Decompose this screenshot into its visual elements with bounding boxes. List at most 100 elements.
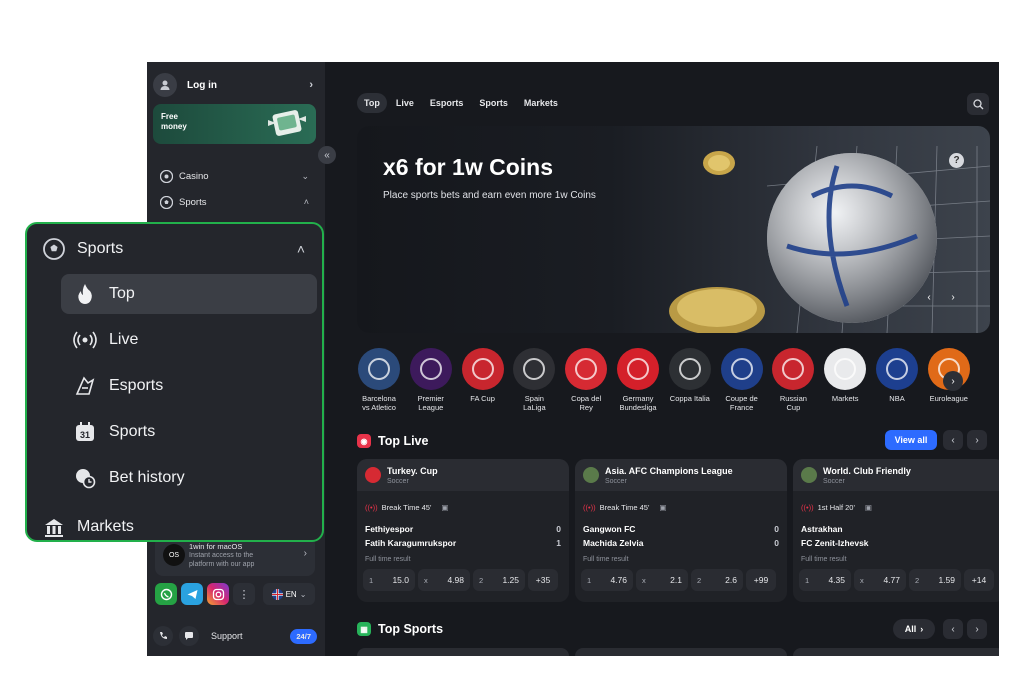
odd-home[interactable]: 1 4.35 bbox=[799, 569, 851, 591]
more-icon[interactable]: ⋮ bbox=[233, 583, 255, 605]
live-icon: ((•)) bbox=[365, 503, 378, 512]
odd-value: 2.6 bbox=[725, 575, 737, 585]
odd-draw[interactable]: x 2.1 bbox=[636, 569, 688, 591]
team-name: FC Zenit-Izhevsk bbox=[801, 538, 869, 548]
all-button[interactable]: All › bbox=[893, 619, 935, 639]
league-logo-icon bbox=[513, 348, 556, 390]
team-name: Fethiyespor bbox=[365, 524, 414, 534]
banner-prev-icon[interactable]: ‹ bbox=[920, 288, 938, 306]
league-label-1: Coupe de bbox=[725, 394, 758, 403]
odd-key: 2 bbox=[915, 575, 920, 585]
odd-away[interactable]: 2 1.59 bbox=[909, 569, 961, 591]
chevron-down-icon: ⌄ bbox=[299, 589, 307, 599]
banner-next-icon[interactable]: › bbox=[944, 288, 962, 306]
league-item[interactable]: Coppa Italia bbox=[663, 348, 717, 403]
money-icon bbox=[268, 110, 306, 136]
more-markets-button[interactable]: +99 bbox=[746, 569, 776, 591]
team-row: Gangwon FC 0 bbox=[583, 524, 779, 534]
tab-live[interactable]: Live bbox=[389, 93, 421, 113]
more-markets-button[interactable]: +14 bbox=[964, 569, 994, 591]
country-flag-icon bbox=[365, 467, 381, 483]
league-item[interactable]: Russian Cup bbox=[766, 348, 820, 412]
menu-item-markets[interactable]: Markets bbox=[43, 514, 134, 540]
sport-card[interactable] bbox=[357, 648, 569, 656]
search-icon[interactable] bbox=[967, 93, 989, 115]
support-button[interactable]: Support 24/7 bbox=[153, 625, 317, 647]
league-item[interactable]: NBA bbox=[870, 348, 924, 403]
tab-top[interactable]: Top bbox=[357, 93, 387, 113]
tab-esports[interactable]: Esports bbox=[423, 93, 471, 113]
view-all-button[interactable]: View all bbox=[885, 430, 937, 450]
submenu-item-esports[interactable]: Esports bbox=[61, 366, 317, 406]
league-item[interactable]: Coupe de France bbox=[715, 348, 769, 412]
sport-card[interactable] bbox=[793, 648, 999, 656]
live-match-card[interactable]: Turkey. Cup Soccer ((•)) Break Time 45' ▣ Fet… bbox=[357, 459, 569, 602]
sidebar-item-sports[interactable]: Sports ˄ bbox=[159, 192, 309, 212]
odd-value: 4.77 bbox=[883, 575, 900, 585]
odd-key: 2 bbox=[697, 575, 702, 585]
free-money-promo[interactable]: Free money bbox=[153, 104, 316, 144]
league-item[interactable]: Barcelona vs Atletico bbox=[352, 348, 406, 412]
section-title: Top Sports bbox=[378, 622, 444, 636]
svg-text:31: 31 bbox=[80, 430, 90, 440]
more-markets-button[interactable]: +35 bbox=[528, 569, 558, 591]
stats-icon: ▣ bbox=[659, 503, 667, 512]
odd-home[interactable]: 1 15.0 bbox=[363, 569, 415, 591]
calendar-31-icon: 31 bbox=[73, 420, 97, 444]
league-item[interactable]: Markets bbox=[818, 348, 872, 403]
league-item[interactable]: FA Cup bbox=[456, 348, 510, 403]
promo-banner[interactable]: x6 for 1w Coins Place sports bets and ea… bbox=[357, 126, 990, 333]
stats-icon: ▣ bbox=[441, 503, 449, 512]
league-label-1: Germany bbox=[622, 394, 654, 403]
instagram-icon[interactable] bbox=[207, 583, 229, 605]
submenu-item-sports[interactable]: 31 Sports bbox=[61, 412, 317, 452]
league-label-1: FA Cup bbox=[470, 394, 495, 403]
submenu-item-top[interactable]: Top bbox=[61, 274, 317, 314]
status-text: Break Time 45' bbox=[599, 503, 650, 512]
match-status: ((•)) Break Time 45' ▣ bbox=[365, 503, 449, 512]
double-chevron-left-icon[interactable]: « bbox=[318, 146, 336, 164]
chevron-right-icon: › bbox=[920, 624, 924, 634]
chevron-right-icon[interactable]: › bbox=[943, 371, 963, 391]
support-label: Support bbox=[211, 631, 243, 641]
chevron-left-icon[interactable]: ‹ bbox=[943, 430, 963, 450]
sport-card[interactable] bbox=[575, 648, 787, 656]
league-name: Turkey. Cup bbox=[387, 465, 438, 476]
odds-row: 1 15.0 x 4.98 2 1.25 +35 bbox=[363, 569, 563, 591]
sidebar-item-label: Casino bbox=[179, 170, 209, 182]
tab-sports[interactable]: Sports bbox=[472, 93, 515, 113]
odd-key: 2 bbox=[479, 575, 484, 585]
odd-home[interactable]: 1 4.76 bbox=[581, 569, 633, 591]
macos-icon: OS bbox=[163, 544, 185, 566]
sidebar-item-casino[interactable]: Casino ⌄ bbox=[159, 166, 309, 186]
submenu-item-live[interactable]: Live bbox=[61, 320, 317, 360]
league-label-2: LaLiga bbox=[523, 403, 546, 412]
support-badge: 24/7 bbox=[290, 628, 317, 644]
odd-draw[interactable]: x 4.77 bbox=[854, 569, 906, 591]
tab-markets[interactable]: Markets bbox=[517, 93, 565, 113]
league-item[interactable]: Premier League bbox=[404, 348, 458, 412]
live-match-card[interactable]: World. Club Friendly Soccer ((•)) 1st Half … bbox=[793, 459, 999, 602]
live-match-card[interactable]: Asia. AFC Champions League Soccer ((•)) Bre… bbox=[575, 459, 787, 602]
macos-desc-2: platform with our app bbox=[189, 561, 255, 568]
macos-app-banner[interactable]: OS 1win for macOS Instant access to the … bbox=[155, 536, 315, 576]
login-button[interactable]: Log in › bbox=[153, 70, 319, 100]
league-item[interactable]: Spain LaLiga bbox=[507, 348, 561, 412]
league-item[interactable]: Copa del Rey bbox=[559, 348, 613, 412]
chevron-right-icon[interactable]: › bbox=[967, 619, 987, 639]
league-logo-icon bbox=[461, 348, 504, 390]
sports-menu-header[interactable]: Sports ˄ bbox=[43, 236, 305, 262]
help-icon[interactable]: ? bbox=[949, 153, 964, 168]
odd-away[interactable]: 2 2.6 bbox=[691, 569, 743, 591]
league-logo-icon bbox=[824, 348, 867, 390]
odd-draw[interactable]: x 4.98 bbox=[418, 569, 470, 591]
chevron-right-icon[interactable]: › bbox=[967, 430, 987, 450]
chevron-left-icon[interactable]: ‹ bbox=[943, 619, 963, 639]
odd-away[interactable]: 2 1.25 bbox=[473, 569, 525, 591]
league-item[interactable]: Germany Bundesliga bbox=[611, 348, 665, 412]
language-selector[interactable]: EN ⌄ bbox=[263, 583, 315, 605]
submenu-label: Live bbox=[109, 331, 139, 348]
submenu-item-bet-history[interactable]: Bet history bbox=[61, 458, 317, 498]
whatsapp-icon[interactable] bbox=[155, 583, 177, 605]
telegram-icon[interactable] bbox=[181, 583, 203, 605]
